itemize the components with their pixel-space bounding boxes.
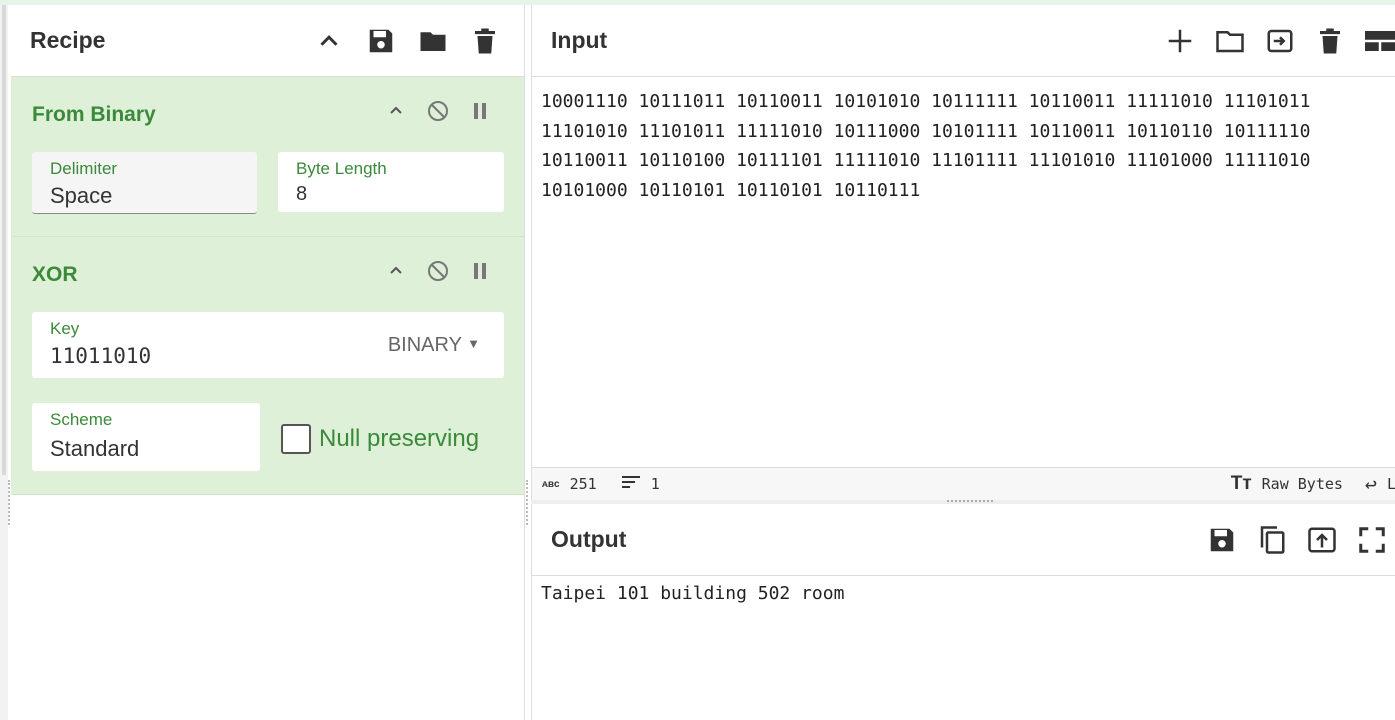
output-pane: Output Taipei 101 building 502 room	[531, 504, 1395, 720]
byte-length-input[interactable]: Byte Length 8	[278, 152, 504, 212]
output-header: Output	[532, 504, 1395, 576]
resize-handle-middle[interactable]	[526, 480, 528, 525]
input-pane: Input 10001110 10111011 10110011 1010101…	[531, 5, 1395, 500]
byte-length-value: 8	[296, 183, 308, 205]
char-count-value: 251	[569, 475, 597, 493]
abc-icon: ᴀʙᴄ	[542, 478, 560, 490]
disable-operation-icon[interactable]	[426, 259, 450, 283]
encoding-value: Raw Bytes	[1261, 475, 1343, 493]
splitter-grip[interactable]	[947, 500, 993, 503]
delimiter-select[interactable]: Delimiter Space	[32, 152, 257, 214]
char-count: ᴀʙᴄ 251	[542, 475, 597, 493]
cyberchef-app: Recipe From Binary Delimiter Space Byte …	[0, 0, 1395, 720]
layout-icon[interactable]	[1365, 26, 1395, 56]
operation-from-binary: From Binary Delimiter Space Byte Length …	[11, 77, 524, 237]
lines-icon	[621, 474, 641, 494]
output-title: Output	[551, 526, 627, 552]
maximise-output-icon[interactable]	[1357, 525, 1387, 555]
clear-recipe-trash-icon[interactable]	[470, 26, 500, 56]
key-label: Key	[50, 319, 80, 338]
load-recipe-folder-icon[interactable]	[418, 26, 448, 56]
breakpoint-pause-icon[interactable]	[468, 259, 492, 283]
recipe-header: Recipe	[11, 5, 524, 77]
copy-output-icon[interactable]	[1257, 525, 1287, 555]
output-text[interactable]: Taipei 101 building 502 room	[541, 583, 844, 604]
scrollbar[interactable]	[2, 5, 6, 475]
null-preserving-label: Null preserving	[319, 425, 480, 452]
open-folder-icon[interactable]	[1215, 26, 1245, 56]
disable-operation-icon[interactable]	[426, 99, 450, 123]
collapse-chevron-up-icon[interactable]	[314, 26, 344, 56]
delimiter-value: Space	[50, 183, 113, 208]
byte-length-label: Byte Length	[296, 159, 387, 178]
input-line: 10001110 10111011 10110011 10101010 1011…	[541, 91, 1311, 112]
chevron-up-icon[interactable]	[384, 99, 408, 123]
clear-input-trash-icon[interactable]	[1315, 26, 1345, 56]
text-size-icon: Tᴛ	[1230, 473, 1252, 494]
xor-key-input[interactable]: Key 11011010 BINARY ▼	[32, 312, 504, 378]
scheme-label: Scheme	[50, 410, 113, 429]
input-status-bar: ᴀʙᴄ 251 1 Tᴛ Raw Bytes ↩ L	[532, 467, 1395, 500]
return-arrow-icon: ↩	[1364, 472, 1377, 496]
input-textarea[interactable]: 10001110 10111011 10110011 10101010 1011…	[541, 87, 1386, 205]
key-value: 11011010	[50, 344, 152, 368]
chevron-up-icon[interactable]	[384, 259, 408, 283]
null-preserving-checkbox[interactable]	[281, 424, 311, 454]
operation-title: From Binary	[32, 103, 156, 126]
key-format-dropdown[interactable]: BINARY ▼	[388, 334, 480, 357]
save-output-icon[interactable]	[1207, 525, 1237, 555]
input-header: Input	[532, 5, 1395, 77]
line-count-value: 1	[650, 475, 660, 493]
input-title: Input	[551, 27, 608, 53]
save-recipe-icon[interactable]	[366, 26, 396, 56]
recipe-pane: Recipe From Binary Delimiter Space Byte …	[11, 5, 525, 720]
input-line: 10101000 10110101 10110101 10110111	[541, 179, 921, 201]
input-line: 10110011 10110100 10111101 11111010 1110…	[541, 150, 1311, 171]
open-file-icon[interactable]	[1265, 26, 1295, 56]
breakpoint-pause-icon[interactable]	[468, 99, 492, 123]
operations-pane-edge	[0, 5, 8, 720]
add-tab-plus-icon[interactable]	[1165, 26, 1195, 56]
scheme-value: Standard	[50, 436, 140, 461]
recipe-title: Recipe	[30, 27, 106, 53]
resize-handle-left[interactable]	[8, 480, 10, 525]
operation-xor: XOR Key 11011010 BINARY ▼ Scheme Standar…	[11, 237, 524, 495]
operation-title: XOR	[32, 263, 78, 286]
input-line: 11101010 11101011 11111010 10111000 1010…	[541, 120, 1311, 142]
replace-input-icon[interactable]	[1307, 525, 1337, 555]
encoding-selector[interactable]: Tᴛ Raw Bytes	[1231, 473, 1343, 495]
key-format-label: BINARY	[387, 334, 462, 356]
line-count: 1	[621, 474, 660, 494]
caret-down-icon: ▼	[467, 336, 480, 351]
scheme-select[interactable]: Scheme Standard	[32, 403, 260, 471]
eol-value: L	[1386, 475, 1395, 493]
delimiter-label: Delimiter	[50, 159, 118, 178]
null-preserving-option[interactable]: Null preserving	[281, 424, 479, 454]
eol-selector[interactable]: ↩ L	[1365, 472, 1395, 496]
